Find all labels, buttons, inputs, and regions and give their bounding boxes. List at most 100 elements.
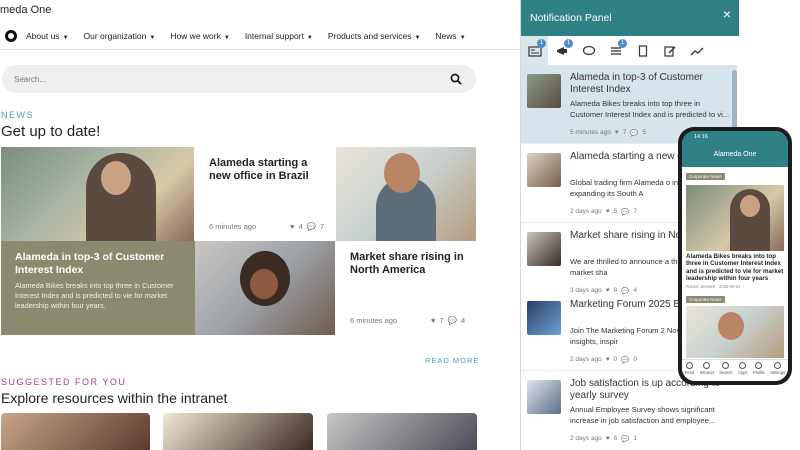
comment-icon[interactable]: 💬 bbox=[630, 129, 638, 137]
phone-mockup: 14:16 Alameda One Corporate News Alameda… bbox=[678, 127, 792, 385]
resource-card[interactable] bbox=[163, 413, 313, 450]
nav-item-how-we-work[interactable]: How we work ▼ bbox=[170, 31, 230, 41]
notification-body: Annual Employee Survey shows significant… bbox=[570, 405, 716, 425]
heart-icon[interactable]: ♥ bbox=[431, 316, 435, 325]
notification-thumbnail bbox=[527, 301, 561, 335]
comment-icon[interactable]: 💬 bbox=[621, 356, 629, 364]
notification-badge: 1 bbox=[537, 39, 546, 48]
notification-thumbnail bbox=[527, 74, 561, 108]
phone-news-image[interactable] bbox=[686, 306, 784, 358]
feed-icon bbox=[685, 362, 693, 369]
news-image-woman-with-headphones[interactable] bbox=[195, 241, 335, 335]
resource-card[interactable] bbox=[327, 413, 477, 450]
nav-item-our-organization[interactable]: Our organization ▼ bbox=[84, 31, 156, 41]
comment-icon[interactable]: 💬 bbox=[621, 208, 629, 216]
nav-item-news[interactable]: News ▼ bbox=[435, 31, 465, 41]
apps-icon bbox=[739, 362, 747, 369]
tab-announcements[interactable]: 1 bbox=[548, 36, 575, 66]
news-image-man-with-headphones[interactable] bbox=[336, 147, 476, 241]
news-section-title: Get up to date! bbox=[1, 123, 101, 140]
notification-body: Alameda Bikes breaks into top three in C… bbox=[570, 99, 730, 119]
panel-title: Notification Panel bbox=[530, 12, 612, 24]
news-card-time: 6 minutes ago bbox=[350, 316, 398, 325]
notification-time: 2 days ago bbox=[570, 356, 602, 363]
news-card-stats: ♥ 4 💬 7 bbox=[290, 222, 325, 231]
search-icon bbox=[722, 362, 730, 369]
panel-tabs: 1 1 1 bbox=[521, 36, 739, 66]
tab-analytics[interactable] bbox=[683, 36, 710, 66]
heart-icon[interactable]: ♥ bbox=[606, 356, 610, 364]
news-eyebrow: NEWS bbox=[1, 110, 34, 120]
news-card-brazil[interactable]: Alameda starting a new office in Brazil bbox=[209, 157, 319, 183]
main-navigation: About us ▼ Our organization ▼ How we work ▼… bbox=[0, 24, 520, 50]
top-bar: meda One bbox=[0, 0, 520, 20]
heart-icon[interactable]: ♥ bbox=[606, 208, 610, 216]
chevron-down-icon: ▼ bbox=[223, 35, 230, 41]
notification-time: 2 days ago bbox=[570, 208, 602, 215]
search-input[interactable] bbox=[14, 71, 434, 87]
phone-tab-profile[interactable]: Profile bbox=[753, 360, 765, 381]
heart-icon[interactable]: ♥ bbox=[606, 435, 610, 443]
news-image-man-with-phone[interactable] bbox=[1, 147, 194, 241]
phone-tab-search[interactable]: Search bbox=[719, 360, 733, 381]
phone-tab-apps[interactable]: Apps bbox=[738, 360, 747, 381]
chart-icon bbox=[690, 47, 703, 56]
phone-header: Alameda One bbox=[682, 145, 788, 167]
news-card-title: Market share rising in North America bbox=[350, 251, 464, 276]
phone-tab-bar: Feed Intranet Search Apps Profile Settin… bbox=[682, 359, 788, 381]
comment-icon[interactable]: 💬 bbox=[307, 222, 316, 231]
comment-icon[interactable]: 💬 bbox=[448, 316, 457, 325]
phone-tab-settings[interactable]: Settings bbox=[770, 360, 785, 381]
document-icon bbox=[638, 45, 647, 57]
notification-title: Alameda in top-3 of Customer Interest In… bbox=[570, 72, 703, 95]
heart-icon[interactable]: ♥ bbox=[615, 129, 619, 137]
notification-time: 5 minutes ago bbox=[570, 129, 611, 136]
phone-news-meta: Robert Jenssen · 2025-09-24 bbox=[686, 284, 741, 289]
logo-icon[interactable] bbox=[5, 30, 17, 42]
nav-item-about-us[interactable]: About us ▼ bbox=[26, 31, 69, 41]
globe-icon bbox=[703, 362, 711, 369]
notification-time: 2 days ago bbox=[570, 435, 602, 442]
phone-screen: 14:16 Alameda One Corporate News Alameda… bbox=[682, 131, 788, 381]
notification-thumbnail bbox=[527, 153, 561, 187]
close-icon[interactable]: × bbox=[723, 6, 731, 22]
edit-icon bbox=[663, 46, 675, 57]
nav-item-internal-support[interactable]: Internal support ▼ bbox=[245, 31, 313, 41]
notification-thumbnail bbox=[527, 380, 561, 414]
chevron-down-icon: ▼ bbox=[149, 35, 156, 41]
news-card-featured[interactable]: Alameda in top-3 of Customer Interest In… bbox=[1, 241, 195, 335]
comment-icon[interactable]: 💬 bbox=[621, 435, 629, 443]
chevron-down-icon: ▼ bbox=[62, 35, 69, 41]
news-card-title: Alameda starting a new office in Brazil bbox=[209, 157, 309, 182]
notification-thumbnail bbox=[527, 232, 561, 266]
news-card-market-share[interactable]: Market share rising in North America bbox=[350, 251, 470, 277]
search-bar bbox=[2, 65, 476, 93]
phone-news-headline[interactable]: Alameda Bikes breaks into top three in C… bbox=[686, 253, 784, 283]
notification-meta: 2 days ago ♥ 6 💬 1 bbox=[570, 435, 638, 443]
phone-tab-feed[interactable]: Feed bbox=[685, 360, 694, 381]
suggested-section-title: Explore resources within the intranet bbox=[1, 390, 228, 406]
site-name: meda One bbox=[0, 4, 52, 16]
featured-title: Alameda in top-3 of Customer Interest In… bbox=[15, 251, 165, 276]
phone-tab-intranet[interactable]: Intranet bbox=[700, 360, 714, 381]
resource-card[interactable] bbox=[1, 413, 150, 450]
chevron-down-icon: ▼ bbox=[459, 35, 466, 41]
tab-news[interactable]: 1 bbox=[521, 36, 548, 66]
nav-item-products-and-services[interactable]: Products and services ▼ bbox=[328, 31, 421, 41]
tab-tasks[interactable]: 1 bbox=[602, 36, 629, 66]
notification-meta: 2 days ago ♥ 5 💬 7 bbox=[570, 208, 638, 216]
phone-app-title: Alameda One bbox=[713, 151, 757, 158]
tab-documents[interactable] bbox=[629, 36, 656, 66]
tab-chat[interactable] bbox=[575, 36, 602, 66]
panel-header: Notification Panel × bbox=[521, 0, 739, 36]
chat-icon bbox=[582, 45, 595, 56]
read-more-link[interactable]: READ MORE bbox=[425, 356, 479, 365]
phone-news-image[interactable] bbox=[686, 185, 784, 251]
phone-time: 14:16 bbox=[694, 134, 708, 140]
tab-edit[interactable] bbox=[656, 36, 683, 66]
search-icon[interactable] bbox=[450, 73, 462, 85]
notification-meta: 5 minutes ago ♥ 7 💬 5 bbox=[570, 129, 647, 137]
news-card-stats: ♥ 7 💬 4 bbox=[431, 316, 466, 325]
heart-icon[interactable]: ♥ bbox=[290, 222, 294, 231]
gear-icon bbox=[774, 362, 782, 369]
